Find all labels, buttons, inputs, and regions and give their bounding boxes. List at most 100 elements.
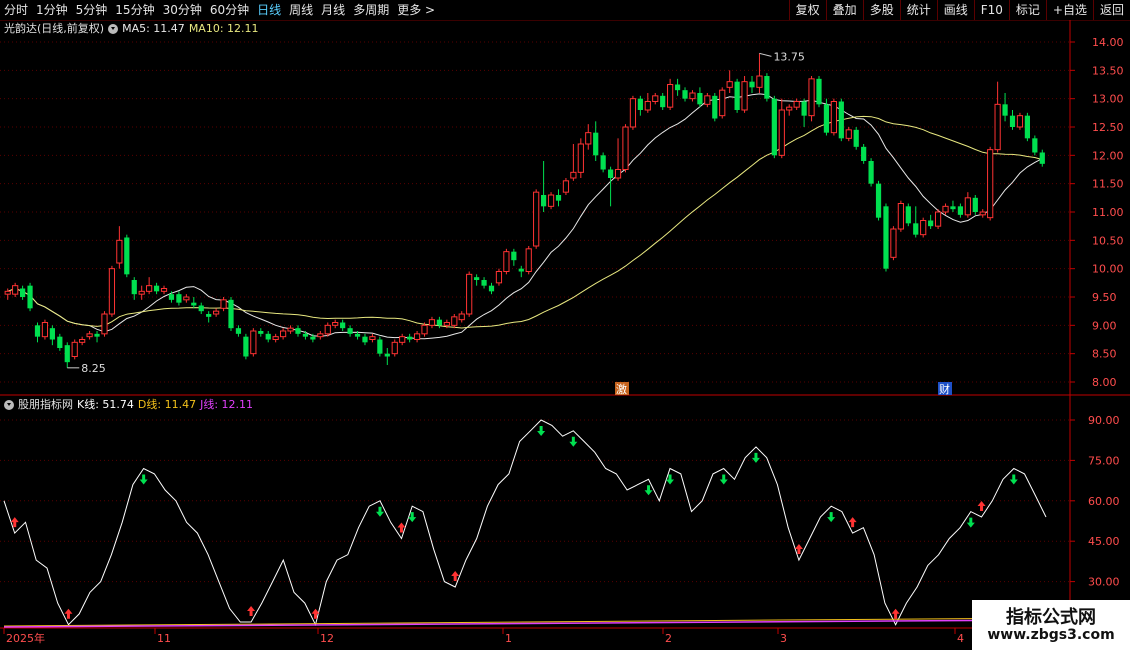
- period-tab-5[interactable]: 60分钟: [206, 0, 253, 20]
- candle-body: [458, 313, 465, 321]
- candle-body: [108, 268, 116, 315]
- toolbar-button-5[interactable]: F10: [973, 0, 1009, 20]
- j-value: J线: 12.11: [200, 398, 254, 411]
- candle-body: [555, 195, 562, 201]
- buy-arrow: [10, 517, 19, 528]
- candle-body: [897, 203, 904, 230]
- toolbar-button-7[interactable]: +自选: [1045, 0, 1093, 20]
- candle-body: [79, 339, 86, 343]
- candle-body: [138, 290, 145, 295]
- dropdown-icon[interactable]: [4, 400, 14, 410]
- candle-body: [883, 206, 889, 269]
- candle-body: [928, 220, 934, 227]
- candle-body: [845, 129, 852, 139]
- candle-body: [652, 95, 659, 103]
- candle-body: [786, 106, 793, 111]
- period-tab-6[interactable]: 日线: [253, 0, 285, 20]
- ma10-line: [7, 115, 1043, 329]
- candle-body: [280, 330, 287, 338]
- toolbar-button-3[interactable]: 统计: [899, 0, 937, 20]
- candle-body: [667, 84, 674, 108]
- stock-name[interactable]: 光韵达(日线,前复权): [4, 22, 104, 36]
- candle-body: [41, 322, 49, 338]
- toolbar-button-1[interactable]: 叠加: [825, 0, 863, 20]
- candle-body: [503, 251, 510, 273]
- candle-body: [994, 103, 1001, 151]
- candle-body: [332, 322, 339, 326]
- candle-body: [324, 324, 331, 335]
- indicator-tick-label: 45.00: [1088, 535, 1120, 548]
- sell-arrow: [827, 512, 836, 523]
- sell-arrow: [751, 452, 760, 463]
- candle-body: [302, 333, 309, 337]
- candle-body: [451, 316, 458, 326]
- candle-body: [20, 288, 26, 297]
- candle-body: [660, 95, 666, 108]
- buy-arrow: [891, 608, 900, 619]
- sell-arrow: [569, 436, 578, 447]
- buy-arrow: [794, 544, 803, 555]
- candle-body: [942, 205, 949, 213]
- candle-body: [868, 161, 874, 184]
- candle-body: [258, 331, 264, 334]
- period-tab-2[interactable]: 5分钟: [72, 0, 112, 20]
- period-tab-0[interactable]: 分时: [0, 0, 32, 20]
- low-label: 8.25: [81, 362, 106, 375]
- time-tick-label: 3: [780, 632, 787, 645]
- candle-body: [562, 180, 570, 193]
- period-tab-7[interactable]: 周线: [285, 0, 317, 20]
- sell-arrow: [666, 474, 675, 485]
- candle-body: [421, 324, 428, 335]
- toolbar-button-6[interactable]: 标记: [1008, 0, 1046, 20]
- d-value: D线: 11.47: [137, 398, 197, 411]
- period-tab-8[interactable]: 月线: [317, 0, 349, 20]
- period-tab-9[interactable]: 多周期: [349, 0, 393, 20]
- toolbar-buttons: 复权 叠加 多股 统计 画线 F10 标记 +自选 返回: [788, 0, 1130, 20]
- candle-body: [890, 228, 897, 258]
- candle-body: [756, 75, 763, 88]
- candle-body: [920, 220, 927, 236]
- candle-body: [57, 336, 63, 348]
- d-line: [3, 617, 1047, 627]
- candle-body: [213, 310, 220, 315]
- badge-event-2: [938, 382, 952, 395]
- candle-body: [436, 319, 443, 326]
- high-marker: [759, 52, 772, 57]
- buy-arrow: [247, 606, 256, 616]
- sell-arrow: [375, 506, 384, 517]
- candle-body: [116, 239, 123, 264]
- sell-arrow: [719, 474, 728, 485]
- price-tick-label: 12.00: [1092, 149, 1124, 162]
- period-tab-1[interactable]: 1分钟: [32, 0, 72, 20]
- toolbar-button-8[interactable]: 返回: [1092, 0, 1130, 20]
- price-tick-label: 9.00: [1092, 319, 1117, 332]
- toolbar-button-2[interactable]: 多股: [862, 0, 900, 20]
- candle-body: [511, 251, 517, 261]
- candle-body: [838, 101, 844, 139]
- period-tab-10[interactable]: 更多 >: [393, 0, 439, 20]
- candle-body: [176, 294, 182, 303]
- toolbar-button-4[interactable]: 画线: [936, 0, 974, 20]
- candle-body: [86, 333, 93, 338]
- candle-body: [541, 195, 547, 207]
- dropdown-icon[interactable]: [108, 24, 119, 34]
- candle-body: [160, 288, 168, 292]
- period-tab-4[interactable]: 30分钟: [159, 0, 206, 20]
- candle-body: [243, 336, 249, 357]
- time-tick-label: 1: [505, 632, 512, 645]
- candle-body: [719, 89, 726, 117]
- indicator-name[interactable]: 股朋指标网: [18, 398, 73, 412]
- period-tabs: 分时 1分钟 5分钟 15分钟 30分钟 60分钟 日线 周线 月线 多周期 更多 >: [0, 0, 439, 20]
- toolbar-button-0[interactable]: 复权: [788, 0, 826, 20]
- ma10-value: MA10: 12.11: [188, 22, 259, 35]
- candle-body: [27, 285, 33, 309]
- candle-body: [533, 191, 540, 247]
- period-tab-3[interactable]: 15分钟: [111, 0, 158, 20]
- indicator-tick-label: 30.00: [1088, 576, 1120, 589]
- price-tick-label: 14.00: [1092, 36, 1124, 49]
- candle-body: [124, 237, 130, 275]
- chart-area[interactable]: 13.75 8.25 激 财 14.00 13.50 13.00 12.50 12.00 11.…: [0, 0, 1130, 650]
- buy-arrow: [451, 570, 460, 581]
- candle-body: [964, 197, 971, 216]
- candle-body: [399, 336, 406, 343]
